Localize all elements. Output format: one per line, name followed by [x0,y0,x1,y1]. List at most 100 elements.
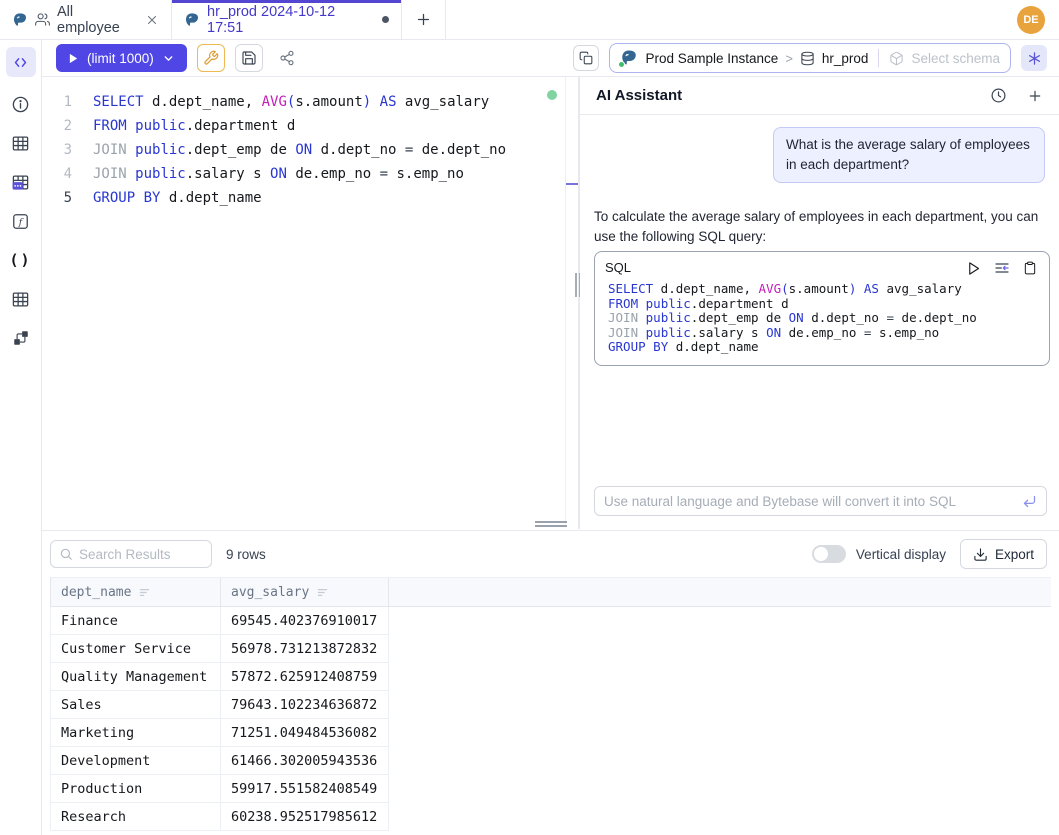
divider [878,49,879,67]
code-line: JOIN public.salary s ON de.emp_no = s.em… [608,326,1039,341]
cell-dept-name: Production [51,775,221,802]
code-line: 5GROUP BY d.dept_name [42,186,565,210]
column-header-avg-salary[interactable]: avg_salary [221,578,389,606]
export-button[interactable]: Export [960,539,1047,569]
table-row[interactable]: Research60238.952517985612 [50,803,389,831]
info-icon[interactable] [3,93,39,115]
cell-dept-name: Customer Service [51,635,221,662]
editor-status-dot [547,90,557,100]
history-clock-icon[interactable] [990,87,1007,104]
sort-icon [138,586,151,599]
run-query-button[interactable]: (limit 1000) [56,44,187,72]
cell-avg-salary: 69545.402376910017 [221,607,389,634]
active-tab-indicator [172,0,401,3]
row-count-label: 9 rows [226,547,266,562]
tab-label: hr_prod 2024-10-12 17:51 [207,4,375,36]
cell-dept-name: Marketing [51,719,221,746]
sample-data-icon[interactable] [3,171,39,193]
share-button[interactable] [273,44,301,72]
openai-assistant-icon[interactable] [1021,45,1047,71]
cell-avg-salary: 71251.049484536082 [221,719,389,746]
user-avatar[interactable]: DE [1017,6,1045,34]
run-sql-icon[interactable] [966,261,981,276]
save-button[interactable] [235,44,263,72]
overview-ruler-mark [566,183,578,185]
code-line: 3JOIN public.dept_emp de ON d.dept_no = … [42,138,565,162]
ai-assistant-panel: AI Assistant What is the average salary … [580,77,1059,529]
table-row[interactable]: Finance69545.402376910017 [50,607,389,635]
editor-code: 1SELECT d.dept_name, AVG(s.amount) AS av… [42,90,565,210]
table-grid-icon-2[interactable] [3,288,39,310]
table-row[interactable]: Development61466.302005943536 [50,747,389,775]
postgres-icon [184,12,200,28]
insert-sql-icon[interactable] [994,260,1010,276]
new-tab-button[interactable] [402,0,446,39]
new-chat-plus-icon[interactable] [1027,88,1043,104]
ai-assistant-header: AI Assistant [580,77,1059,115]
horizontal-splitter-handle[interactable] [535,521,567,529]
line-number: 3 [42,138,72,162]
select-schema-placeholder[interactable]: Select schema [911,51,1000,66]
code-line: SELECT d.dept_name, AVG(s.amount) AS avg… [608,282,1039,297]
column-header-dept-name[interactable]: dept_name [51,578,221,606]
tab-all-employee[interactable]: All employee [0,0,172,39]
shared-sheet-icon [35,12,50,27]
database-name: hr_prod [822,51,869,66]
tab-bar: All employee hr_prod 2024-10-12 17:51 DE [0,0,1059,40]
table-header-filler [389,578,1051,606]
table-row[interactable]: Customer Service56978.731213872832 [50,635,389,663]
cell-avg-salary: 59917.551582408549 [221,775,389,802]
editor-scrollbar[interactable] [565,77,578,524]
ai-input-placeholder: Use natural language and Bytebase will c… [604,494,1022,509]
schema-flow-icon[interactable] [3,327,39,349]
cell-dept-name: Quality Management [51,663,221,690]
ai-assistant-title: AI Assistant [596,87,682,104]
admin-wrench-button[interactable] [197,44,225,72]
table-header-row: dept_name avg_salary [50,577,1051,607]
schema-cube-icon [889,51,904,66]
assistant-sql-code: SELECT d.dept_name, AVG(s.amount) AS avg… [595,279,1049,365]
line-number: 1 [42,90,72,114]
cell-dept-name: Sales [51,691,221,718]
chevron-down-icon [162,52,175,65]
table-body: Finance69545.402376910017Customer Servic… [50,607,1051,831]
ai-prompt-input[interactable]: Use natural language and Bytebase will c… [594,486,1047,516]
assistant-intro-text: To calculate the average salary of emplo… [594,207,1050,247]
editor-toolbar: (limit 1000) Prod Sample Instance > h [42,40,1059,77]
cell-avg-salary: 79643.102234636872 [221,691,389,718]
submit-return-icon[interactable] [1022,494,1037,509]
svg-text:f: f [18,216,24,227]
code-line: JOIN public.dept_emp de ON d.dept_no = d… [608,311,1039,326]
cell-dept-name: Development [51,747,221,774]
search-placeholder: Search Results [79,547,171,562]
code-line: 1SELECT d.dept_name, AVG(s.amount) AS av… [42,90,565,114]
vertical-display-toggle[interactable] [812,545,846,563]
postgres-icon [12,12,28,28]
connection-selector[interactable]: Prod Sample Instance > hr_prod Select sc… [609,43,1011,73]
sql-editor[interactable]: 1SELECT d.dept_name, AVG(s.amount) AS av… [42,77,565,524]
code-line: GROUP BY d.dept_name [608,340,1039,355]
copy-sql-icon[interactable] [1023,261,1037,275]
table-row[interactable]: Sales79643.102234636872 [50,691,389,719]
batch-mode-icon[interactable] [573,45,599,71]
close-tab-icon[interactable] [145,13,159,27]
table-grid-icon[interactable] [3,132,39,154]
brackets-icon[interactable]: () [3,249,39,271]
tab-hr-prod[interactable]: hr_prod 2024-10-12 17:51 [172,0,402,39]
search-results-input[interactable]: Search Results [50,540,212,568]
results-table: dept_name avg_salary Finance69545.402376… [50,577,1051,831]
sort-icon [316,586,329,599]
postgres-icon [620,49,638,67]
table-row[interactable]: Production59917.551582408549 [50,775,389,803]
code-line: FROM public.department d [608,297,1039,312]
cell-avg-salary: 56978.731213872832 [221,635,389,662]
vertical-display-label: Vertical display [856,547,946,562]
instance-name: Prod Sample Instance [645,51,778,66]
sql-editor-nav-button[interactable] [6,47,36,77]
tab-label: All employee [57,4,138,36]
sql-editor-app: All employee hr_prod 2024-10-12 17:51 DE [0,0,1059,835]
table-row[interactable]: Marketing71251.049484536082 [50,719,389,747]
table-row[interactable]: Quality Management57872.625912408759 [50,663,389,691]
breadcrumb-separator: > [785,51,793,66]
function-icon[interactable]: f [3,210,39,232]
